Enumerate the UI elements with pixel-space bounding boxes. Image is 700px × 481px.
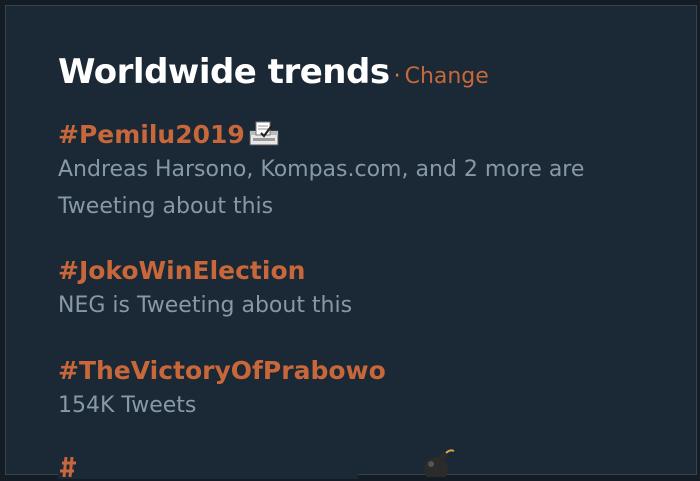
trend-context-line: NEG is Tweeting about this (58, 293, 353, 318)
trend-hashtag[interactable]: #TheVictoryOfPrabowo (58, 353, 386, 389)
trend-hashtag[interactable]: #JokoWinElection (58, 253, 305, 289)
ballot-box-icon (247, 118, 283, 152)
title-separator: · (393, 64, 401, 89)
trends-header: Worldwide trends · Change (58, 52, 489, 92)
trend-hashtag[interactable]: #Pemilu2019 (58, 117, 245, 153)
trend-item[interactable]: #TheVictoryOfPrabowo 154K Tweets (58, 353, 386, 424)
trend-item[interactable]: #JokoWinElection NEG is Tweeting about t… (58, 253, 352, 324)
trends-panel: Worldwide trends · Change #Pemilu2019 Andr… (5, 5, 697, 481)
trend-item-partial[interactable] (58, 449, 455, 481)
trend-hashtag-cut-off[interactable] (58, 449, 358, 479)
trend-item[interactable]: #Pemilu2019 Andreas Harsono, Kompas.com,… (58, 117, 584, 225)
bomb-icon (420, 449, 456, 481)
trend-context-line: Andreas Harsono, Kompas.com, and 2 more … (58, 157, 585, 182)
trend-context-line: Tweeting about this (58, 194, 274, 219)
trends-title: Worldwide trends (58, 52, 390, 92)
change-location-link[interactable]: Change (405, 64, 489, 89)
trend-context-line: 154K Tweets (58, 393, 197, 418)
